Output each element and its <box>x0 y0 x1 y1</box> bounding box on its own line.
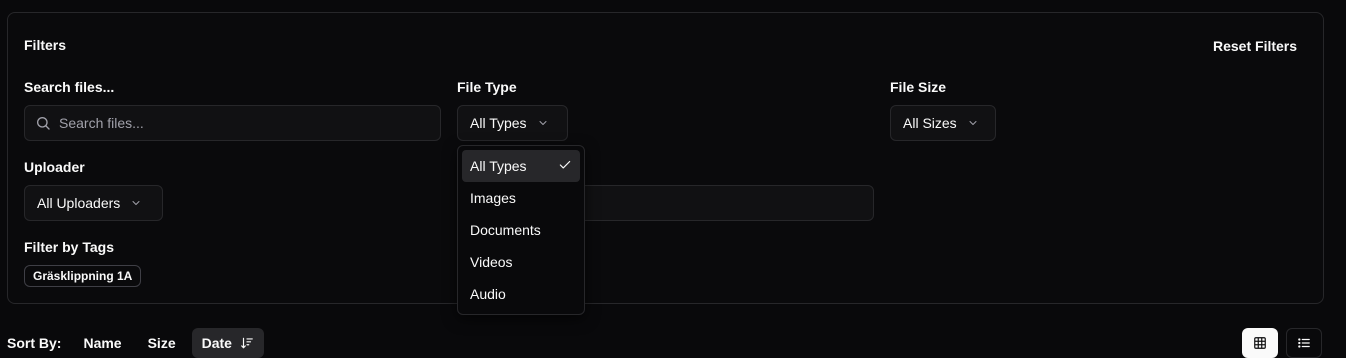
uploader-value: All Uploaders <box>37 195 121 211</box>
dropdown-option-videos[interactable]: Videos <box>462 246 580 278</box>
chevron-down-icon <box>537 117 549 129</box>
filters-title: Filters <box>24 37 67 53</box>
file-size-label: File Size <box>890 79 947 95</box>
search-input[interactable] <box>59 115 419 131</box>
dropdown-option-label: Documents <box>470 222 541 238</box>
tags-label: Filter by Tags <box>24 239 114 255</box>
sort-by-label: Sort By: <box>7 335 62 351</box>
tag-chip[interactable]: Gräsklippning 1A <box>24 265 142 287</box>
dropdown-option-images[interactable]: Images <box>462 182 580 214</box>
dropdown-option-label: Videos <box>470 254 513 270</box>
chevron-down-icon <box>130 197 142 209</box>
file-size-value: All Sizes <box>903 115 957 131</box>
file-type-value: All Types <box>470 115 527 131</box>
file-type-dropdown-menu: All Types Images Documents Videos Audio <box>457 145 585 315</box>
reset-filters-button[interactable]: Reset Filters <box>1205 37 1305 55</box>
sort-size-button[interactable]: Size <box>138 328 186 358</box>
dropdown-option-documents[interactable]: Documents <box>462 214 580 246</box>
list-view-icon <box>1297 336 1311 350</box>
sort-bar: Sort By: Name Size Date <box>7 328 270 358</box>
obscured-input-field[interactable] <box>560 185 874 221</box>
grid-view-button[interactable] <box>1242 328 1278 358</box>
sort-descending-icon <box>240 336 254 350</box>
file-size-select[interactable]: All Sizes <box>890 105 996 141</box>
dropdown-option-label: All Types <box>470 158 527 174</box>
file-type-select[interactable]: All Types <box>457 105 568 141</box>
file-type-label: File Type <box>457 79 517 95</box>
dropdown-option-label: Images <box>470 190 516 206</box>
grid-view-icon <box>1253 336 1267 350</box>
uploader-label: Uploader <box>24 159 85 175</box>
sort-date-button[interactable]: Date <box>191 328 264 358</box>
search-icon <box>37 117 50 130</box>
search-label: Search files... <box>24 79 115 95</box>
filters-panel <box>7 12 1324 304</box>
search-field[interactable] <box>24 105 441 141</box>
dropdown-option-audio[interactable]: Audio <box>462 278 580 310</box>
chevron-down-icon <box>967 117 979 129</box>
sort-date-label: Date <box>201 335 232 351</box>
list-view-button[interactable] <box>1286 328 1322 358</box>
uploader-select[interactable]: All Uploaders <box>24 185 163 221</box>
dropdown-option-all-types[interactable]: All Types <box>462 150 580 182</box>
dropdown-option-label: Audio <box>470 286 506 302</box>
check-icon <box>558 158 572 175</box>
sort-name-button[interactable]: Name <box>73 328 131 358</box>
